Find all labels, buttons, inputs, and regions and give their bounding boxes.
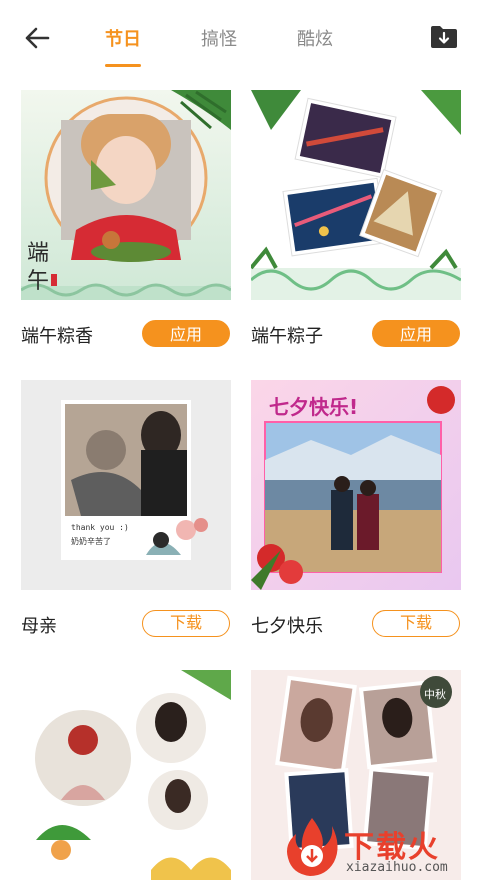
template-thumbnail[interactable] [21, 670, 231, 880]
template-card-duanwu-zongzi[interactable]: 端午粽子 应用 [251, 90, 461, 350]
template-card-qixi[interactable]: 七夕快乐! 七夕快乐 下载 [251, 380, 461, 640]
top-bar: 节日 搞怪 酷炫 [0, 0, 480, 72]
mother-note-line2: 奶奶辛苦了 [71, 536, 111, 546]
midautumn-tag: 中秋 [424, 687, 446, 701]
download-button[interactable]: 下载 [372, 610, 460, 637]
watermark-url: xiazaihuo.com [346, 860, 448, 875]
download-button[interactable]: 下载 [142, 610, 230, 637]
mother-note-line1: thank you :) [71, 523, 129, 532]
template-thumbnail[interactable]: 端 午 [21, 90, 231, 300]
template-thumbnail[interactable] [251, 90, 461, 300]
template-card-duanwu-zongxiang[interactable]: 端 午 端午粽香 应用 [21, 90, 231, 350]
calligraphy-wu: 午 [27, 269, 49, 294]
template-name: 端午粽香 [21, 326, 93, 347]
active-tab-indicator [105, 64, 141, 67]
back-arrow-icon[interactable] [22, 24, 52, 52]
apply-button[interactable]: 应用 [142, 320, 230, 347]
template-name: 母亲 [21, 616, 57, 637]
template-thumbnail[interactable]: thank you :) 奶奶辛苦了 [21, 380, 231, 590]
calligraphy-duan: 端 [27, 241, 49, 266]
template-name: 端午粽子 [251, 326, 323, 347]
tab-holiday[interactable]: 节日 [105, 25, 141, 51]
template-thumbnail[interactable]: 七夕快乐! [251, 380, 461, 590]
folder-download-icon[interactable] [429, 24, 459, 50]
flame-logo-icon [287, 818, 338, 876]
template-name: 七夕快乐 [251, 616, 323, 637]
xiazaihuo-watermark: 下载火 xiazaihuo.com [280, 812, 480, 880]
template-card-children[interactable] [21, 670, 231, 880]
tab-cool[interactable]: 酷炫 [297, 25, 333, 51]
qixi-banner-text: 七夕快乐! [269, 395, 358, 419]
tab-funny[interactable]: 搞怪 [201, 25, 237, 51]
apply-button[interactable]: 应用 [372, 320, 460, 347]
template-card-mother[interactable]: thank you :) 奶奶辛苦了 母亲 下载 [21, 380, 231, 640]
